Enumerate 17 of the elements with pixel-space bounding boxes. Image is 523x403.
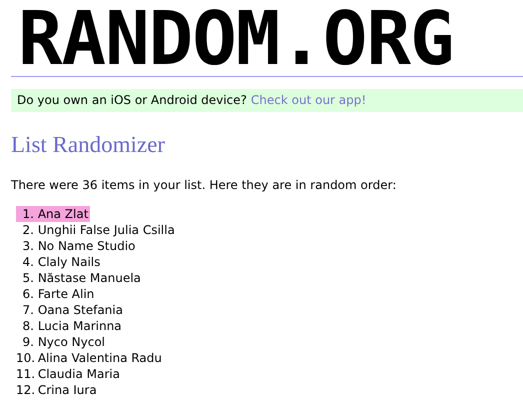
page-heading: List Randomizer: [11, 132, 165, 158]
list-item: 4. Claly Nails: [22, 254, 102, 270]
list-item: 8. Lucia Marinna: [22, 318, 123, 334]
list-item: 5. Năstase Manuela: [22, 270, 142, 286]
list-item: 12. Crina Iura: [16, 382, 98, 398]
list-item: 2. Unghii False Julia Csilla: [22, 222, 176, 238]
list-item: 1. Ana Zlat: [16, 206, 90, 222]
list-item: 10. Alina Valentina Radu: [16, 350, 163, 366]
list-item: 6. Farte Alin: [22, 286, 96, 302]
banner-text: Do you own an iOS or Android device?: [17, 93, 247, 107]
list-item: 3. No Name Studio: [22, 238, 136, 254]
list-item: 11. Claudia Maria: [16, 366, 121, 382]
list-item: 7. Oana Stefania: [22, 302, 124, 318]
site-logo[interactable]: RANDOM.ORG: [18, 0, 454, 68]
intro-text: There were 36 items in your list. Here they are in random order:: [11, 178, 396, 192]
list-item: 9. Nyco Nycol: [22, 334, 106, 350]
app-link[interactable]: Check out our app!: [250, 93, 366, 107]
